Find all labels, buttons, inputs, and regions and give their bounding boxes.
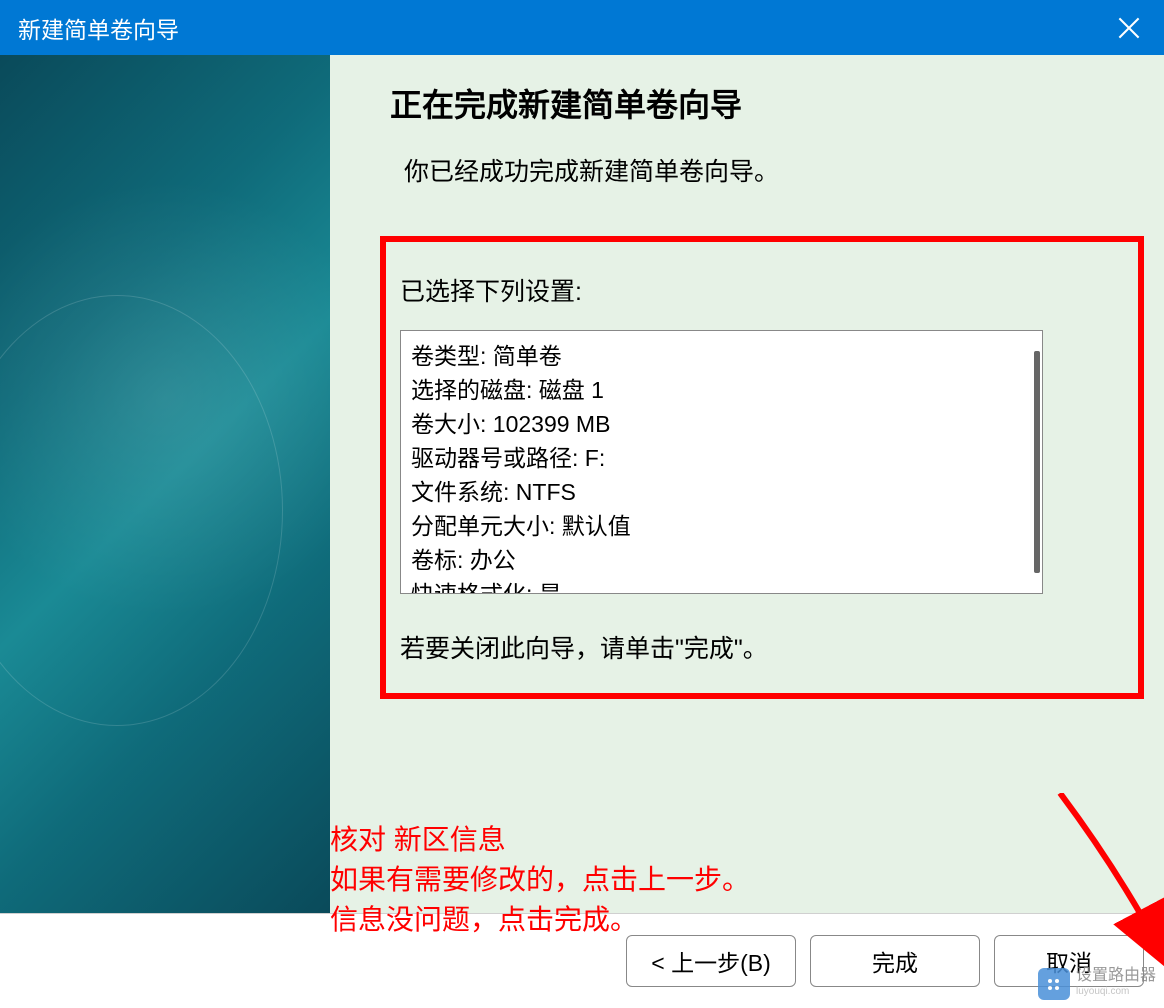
close-button[interactable] bbox=[1094, 0, 1164, 55]
setting-row: 驱动器号或路径: F: bbox=[411, 441, 1032, 475]
watermark-text: 设置路由器 luyouqi.com bbox=[1076, 968, 1156, 1000]
wizard-heading: 正在完成新建简单卷向导 bbox=[330, 80, 1164, 126]
highlight-box: 你已经成功完成新建简单卷向导。 已选择下列设置: 卷类型: 简单卷 选择的磁盘:… bbox=[380, 236, 1144, 699]
settings-label: 已选择下列设置: bbox=[400, 272, 1043, 308]
setting-row: 卷类型: 简单卷 bbox=[411, 339, 1032, 373]
settings-listbox[interactable]: 卷类型: 简单卷 选择的磁盘: 磁盘 1 卷大小: 102399 MB 驱动器号… bbox=[400, 330, 1043, 594]
close-hint: 若要关闭此向导，请单击"完成"。 bbox=[400, 629, 1043, 665]
setting-row: 卷标: 办公 bbox=[411, 543, 1032, 577]
window-title: 新建简单卷向导 bbox=[18, 11, 179, 45]
finish-button[interactable]: 完成 bbox=[810, 935, 980, 987]
annotation-text: 核对 新区信息 如果有需要修改的，点击上一步。 信息没问题，点击完成。 bbox=[330, 820, 750, 940]
wizard-main-panel: 正在完成新建简单卷向导 你已经成功完成新建简单卷向导。 已选择下列设置: 卷类型… bbox=[330, 55, 1164, 913]
setting-row: 选择的磁盘: 磁盘 1 bbox=[411, 373, 1032, 407]
wizard-body: 正在完成新建简单卷向导 你已经成功完成新建简单卷向导。 已选择下列设置: 卷类型… bbox=[0, 55, 1164, 913]
annotation-line: 信息没问题，点击完成。 bbox=[330, 900, 750, 940]
success-message: 你已经成功完成新建简单卷向导。 bbox=[404, 152, 779, 188]
setting-row: 卷大小: 102399 MB bbox=[411, 407, 1032, 441]
wizard-window: 新建简单卷向导 正在完成新建简单卷向导 你已经成功完成新建简单卷向导。 已选择下… bbox=[0, 0, 1164, 1008]
setting-row: 快速格式化: 是 bbox=[411, 577, 1032, 594]
annotation-line: 如果有需要修改的，点击上一步。 bbox=[330, 860, 750, 900]
setting-row: 文件系统: NTFS bbox=[411, 475, 1032, 509]
watermark-icon bbox=[1038, 968, 1070, 1000]
wizard-side-graphic bbox=[0, 55, 330, 913]
close-icon bbox=[1118, 17, 1140, 39]
scrollbar[interactable] bbox=[1034, 351, 1040, 573]
back-button[interactable]: < 上一步(B) bbox=[626, 935, 796, 987]
setting-row: 分配单元大小: 默认值 bbox=[411, 509, 1032, 543]
watermark: 设置路由器 luyouqi.com bbox=[1038, 968, 1156, 1000]
titlebar: 新建简单卷向导 bbox=[0, 0, 1164, 55]
annotation-line: 核对 新区信息 bbox=[330, 820, 750, 860]
